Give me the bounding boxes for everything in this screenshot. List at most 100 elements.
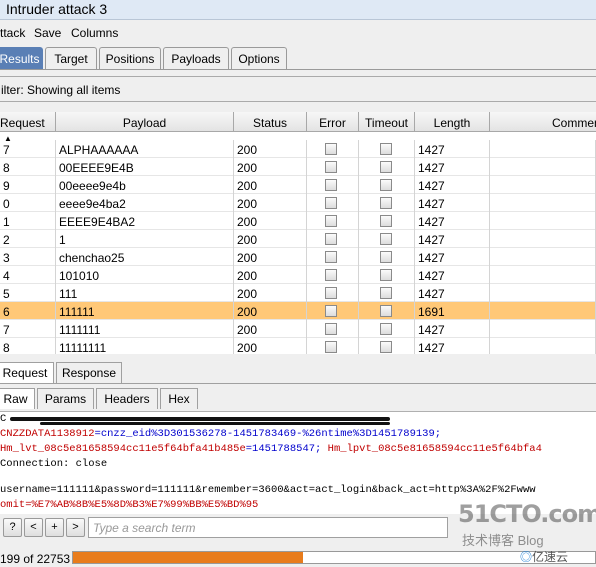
menu-columns[interactable]: Columns xyxy=(71,26,118,40)
filter-text: ilter: Showing all items xyxy=(1,83,121,97)
cell-timeout xyxy=(359,140,415,158)
cell-comment xyxy=(490,284,596,302)
table-row[interactable]: 1 EEEE9E4BA2 200 1427 xyxy=(0,212,596,230)
table-row[interactable]: 8 00EEEE9E4B 200 1427 xyxy=(0,158,596,176)
column-header-error[interactable]: Error xyxy=(307,112,359,132)
progress-count: 199 of 22753 xyxy=(0,552,71,566)
error-checkbox xyxy=(325,305,337,317)
table-row[interactable]: 5 111 200 1427 xyxy=(0,284,596,302)
cell-timeout xyxy=(359,176,415,194)
timeout-checkbox xyxy=(380,215,392,227)
column-header-comment[interactable]: Commen xyxy=(490,112,596,132)
timeout-checkbox xyxy=(380,143,392,155)
timeout-checkbox xyxy=(380,251,392,263)
cloud-icon: ◎ xyxy=(520,550,533,564)
editor-line-submit: omit=%E7%AB%8B%E5%8D%B3%E7%99%BB%E5%BD%9… xyxy=(0,499,259,511)
tab-hex[interactable]: Hex xyxy=(160,388,198,409)
next-button[interactable]: > xyxy=(66,518,85,537)
cell-payload: ALPHAAAAAA xyxy=(56,140,234,158)
previous-button[interactable]: < xyxy=(24,518,43,537)
timeout-checkbox xyxy=(380,287,392,299)
table-row[interactable]: 0 eeee9e4ba2 200 1427 xyxy=(0,194,596,212)
table-row[interactable]: 7 ALPHAAAAAA 200 1427 xyxy=(0,140,596,158)
timeout-checkbox xyxy=(380,323,392,335)
cell-length: 1427 xyxy=(415,194,490,212)
table-row[interactable]: 9 00eeee9e4b 200 1427 xyxy=(0,176,596,194)
cell-request: 5 xyxy=(0,284,56,302)
cell-length: 1427 xyxy=(415,140,490,158)
reqresp-divider xyxy=(0,383,596,384)
cell-payload: 00EEEE9E4B xyxy=(56,158,234,176)
menu-save[interactable]: Save xyxy=(34,26,61,40)
editor-line-cnzz: CNZZDATA1138912=cnzz_eid%3D301536278-145… xyxy=(0,428,442,440)
watermark-text: 51CTO.com xyxy=(458,500,596,528)
error-checkbox xyxy=(325,143,337,155)
tab-target[interactable]: Target xyxy=(45,47,97,70)
tab-results[interactable]: Results xyxy=(0,47,43,70)
cell-request: 4 xyxy=(0,266,56,284)
column-header-status[interactable]: Status xyxy=(234,112,307,132)
cell-comment xyxy=(490,194,596,212)
table-row[interactable]: 7 1111111 200 1427 xyxy=(0,320,596,338)
add-button[interactable]: + xyxy=(45,518,64,537)
cell-request: 8 xyxy=(0,338,56,354)
help-button[interactable]: ? xyxy=(3,518,22,537)
tab-payloads[interactable]: Payloads xyxy=(163,47,229,70)
window-title: Intruder attack 3 xyxy=(6,1,108,17)
cell-timeout xyxy=(359,284,415,302)
error-checkbox xyxy=(325,215,337,227)
filter-bar[interactable]: ilter: Showing all items xyxy=(0,76,596,102)
search-input[interactable]: Type a search term xyxy=(88,517,448,538)
menu-attack[interactable]: ttack xyxy=(0,26,25,40)
cell-comment xyxy=(490,158,596,176)
cell-payload: eeee9e4ba2 xyxy=(56,194,234,212)
status-bar: 199 of 22753 xyxy=(0,546,596,567)
error-checkbox xyxy=(325,323,337,335)
cell-timeout xyxy=(359,320,415,338)
timeout-checkbox xyxy=(380,179,392,191)
cell-error xyxy=(307,140,359,158)
cell-comment xyxy=(490,248,596,266)
cell-comment xyxy=(490,230,596,248)
table-row[interactable]: 8 11111111 200 1427 xyxy=(0,338,596,354)
cell-timeout xyxy=(359,266,415,284)
cell-length: 1427 xyxy=(415,176,490,194)
cell-payload: chenchao25 xyxy=(56,248,234,266)
editor-line-body: username=111111&password=111111&remember… xyxy=(0,484,536,496)
cell-status: 200 xyxy=(234,248,307,266)
error-checkbox xyxy=(325,269,337,281)
cell-status: 200 xyxy=(234,302,307,320)
tab-options[interactable]: Options xyxy=(231,47,287,70)
table-row[interactable]: 4 101010 200 1427 xyxy=(0,266,596,284)
table-row[interactable]: 6 111111 200 1691 xyxy=(0,302,596,320)
tab-positions[interactable]: Positions xyxy=(99,47,161,70)
column-header-payload[interactable]: Payload xyxy=(56,112,234,132)
tab-headers[interactable]: Headers xyxy=(96,388,158,409)
tab-request[interactable]: Request xyxy=(0,362,54,383)
column-header-length[interactable]: Length xyxy=(415,112,490,132)
column-header-request[interactable]: Request ▲ xyxy=(0,112,56,143)
cell-error xyxy=(307,158,359,176)
cell-payload: 1111111 xyxy=(56,320,234,338)
cell-timeout xyxy=(359,194,415,212)
tab-response[interactable]: Response xyxy=(56,362,122,383)
cell-payload: EEEE9E4BA2 xyxy=(56,212,234,230)
timeout-checkbox xyxy=(380,341,392,353)
error-checkbox xyxy=(325,197,337,209)
tab-params[interactable]: Params xyxy=(37,388,94,409)
table-row[interactable]: 3 chenchao25 200 1427 xyxy=(0,248,596,266)
cell-payload: 1 xyxy=(56,230,234,248)
cell-error xyxy=(307,320,359,338)
table-row[interactable]: 2 1 200 1427 xyxy=(0,230,596,248)
cell-request: 7 xyxy=(0,320,56,338)
cell-status: 200 xyxy=(234,194,307,212)
cell-length: 1427 xyxy=(415,248,490,266)
timeout-checkbox xyxy=(380,161,392,173)
menu-bar: ttack Save Columns xyxy=(0,22,596,44)
tab-raw[interactable]: Raw xyxy=(0,388,35,409)
cell-timeout xyxy=(359,230,415,248)
column-header-timeout[interactable]: Timeout xyxy=(359,112,415,132)
raw-request-editor[interactable]: C CNZZDATA1138912=cnzz_eid%3D301536278-1… xyxy=(0,411,596,514)
error-checkbox xyxy=(325,251,337,263)
cell-request: 0 xyxy=(0,194,56,212)
